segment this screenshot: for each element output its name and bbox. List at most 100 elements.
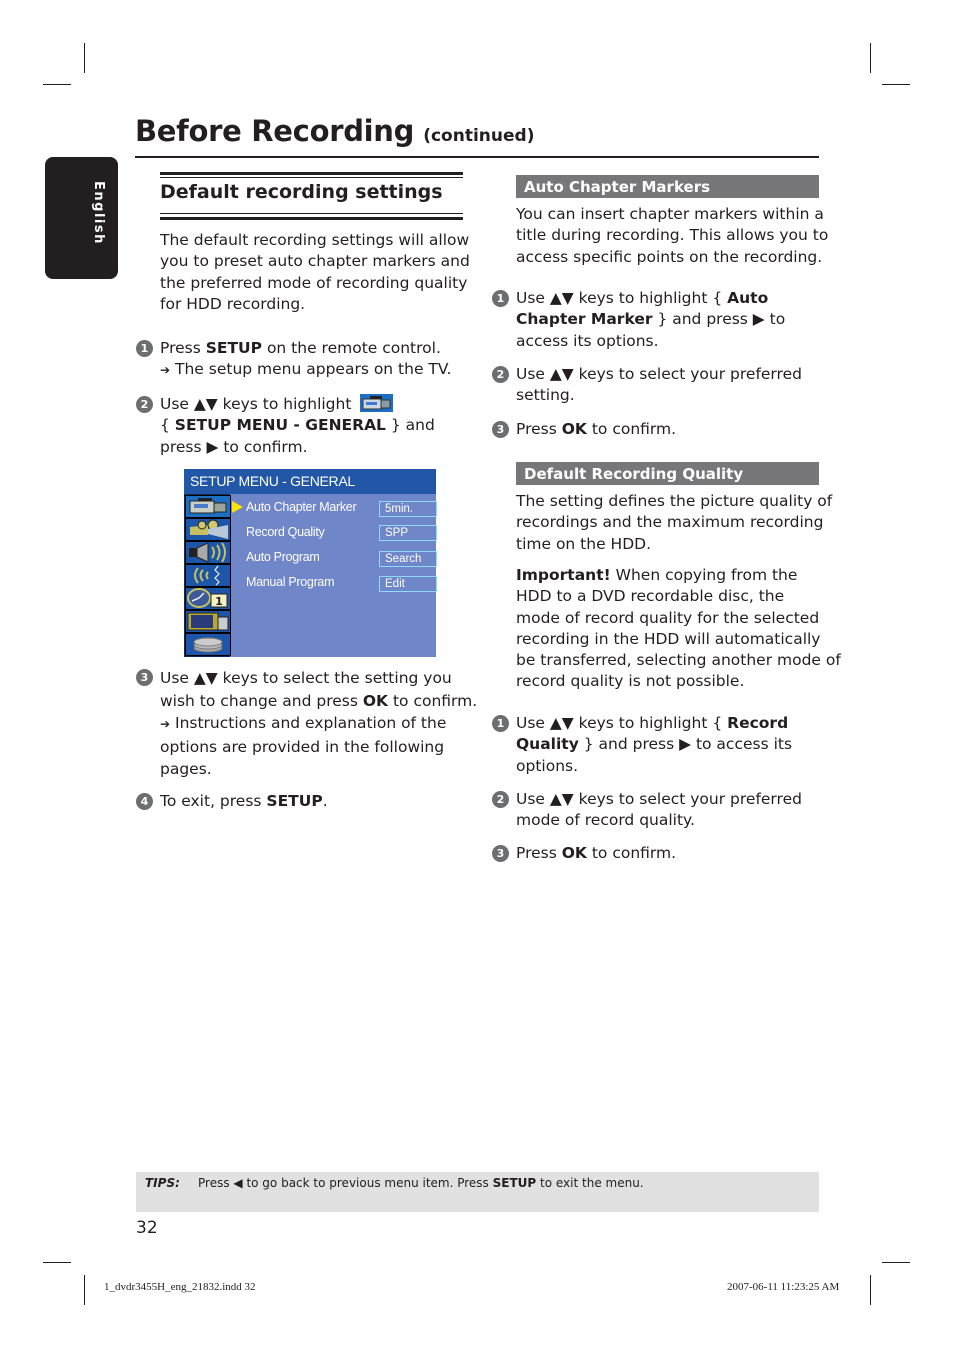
step-number: 1 [136,340,153,357]
text-line: Important! When copying from the [516,566,798,584]
text-line: pages. [160,760,212,778]
text-line: you to preset auto chapter markers and [160,252,470,271]
text-line: options are provided in the following [160,737,445,756]
text-line: be transferred, selecting another mode o… [516,651,841,670]
text-line: title during recording. This allows you … [516,226,829,245]
language-label: English [91,181,106,245]
text-line: the preferred mode of recording quality [160,273,468,292]
text-line: Use ▲▼ keys to highlight [160,394,435,415]
menu-item-manual-program[interactable]: Manual Program [246,575,335,589]
step-number: 3 [492,421,509,438]
crop-mark [43,84,71,85]
step-number: 1 [492,290,509,307]
result-arrow-icon: ➔ [160,717,171,731]
menu-value-record-quality[interactable]: SPP [379,525,437,541]
auto-chapter-description: You can insert chapter markers within a … [516,204,828,268]
setup-menu-title: SETUP MENU - GENERAL [184,469,436,494]
menu-item-record-quality[interactable]: Record Quality [246,525,325,539]
step-1: Press SETUP on the remote control. ➔ The… [160,338,451,382]
recording-quality-step-1: Use ▲▼ keys to highlight { Record Qualit… [516,713,792,777]
text-line: Use ▲▼ keys to select your preferred [516,790,802,808]
text-line: The setting defines the picture quality … [516,492,833,510]
text-line: To exit, press SETUP. [160,792,328,810]
slug-file: 1_dvdr3455H_eng_21832.indd 32 [104,1281,256,1293]
step-number: 2 [136,396,153,413]
auto-chapter-step-3: Press OK to confirm. [516,419,676,440]
text-line: Use ▲▼ keys to highlight { Record [516,714,789,732]
menu-value-manual-program[interactable]: Edit [379,576,437,592]
result-arrow-icon: ➔ [160,363,171,378]
tips-text: Press ◀ to go back to previous menu item… [198,1176,644,1190]
step-2: Use ▲▼ keys to highlight { SETUP MENU - … [160,394,435,458]
result-line: ➔ Instructions and explanation of the [160,714,447,732]
step-number: 3 [136,669,153,686]
section-title: Default recording settings [160,181,443,203]
clock-icon: 1 [185,587,231,610]
step-number: 4 [136,793,153,810]
crop-mark [882,84,910,85]
projector-icon [185,518,231,541]
text-line: Press SETUP on the remote control. [160,339,441,357]
text-line: time on the HDD. [516,534,651,553]
crop-mark [870,1275,871,1305]
intro-paragraph: The default recording settings will allo… [160,230,470,315]
text-line: mode of record quality. [516,811,695,830]
text-line: recordings and the maximum recording [516,513,824,532]
text-line: Press OK to confirm. [516,844,677,862]
speaker-icon [185,541,231,564]
step-number: 2 [492,791,509,808]
menu-item-auto-chapter-marker[interactable]: Auto Chapter Marker [246,500,357,514]
selection-cursor-icon [232,501,243,513]
menu-value-auto-program[interactable]: Search [379,551,437,567]
recording-quality-description: The setting defines the picture quality … [516,491,832,555]
crop-mark [870,43,871,73]
section-rule [160,213,463,214]
auto-chapter-step-2: Use ▲▼ keys to select your preferred set… [516,364,802,407]
recording-quality-step-3: Press OK to confirm. [516,843,676,864]
page-number: 32 [136,1218,158,1238]
section-rule [160,177,463,178]
step-4: To exit, press SETUP. [160,791,328,812]
step-3: Use ▲▼ keys to select the setting you wi… [160,667,477,781]
text-line: The default recording settings will allo… [160,231,470,249]
text-line: Chapter Marker } and press ▶ to [516,310,786,329]
setup-menu-screenshot: SETUP MENU - GENERAL 1 Auto Chapter Mark… [184,469,437,657]
svg-text:1: 1 [215,595,223,608]
text-line: { SETUP MENU - GENERAL } and [160,416,435,435]
crop-mark [43,1262,71,1263]
page-title-main: Before Recording [135,114,415,148]
text-line: options. [516,756,579,775]
crop-mark [84,1275,85,1305]
text-line: Use ▲▼ keys to select your preferred [516,365,802,383]
text-line: Use ▲▼ keys to highlight { Auto [516,289,769,307]
page-title: Before Recording (continued) [135,114,534,148]
disc-stack-icon [185,633,231,656]
text-line: HDD to a DVD recordable disc, the [516,587,785,606]
result-line: ➔ The setup menu appears on the TV. [160,360,452,379]
menu-item-auto-program[interactable]: Auto Program [246,550,320,564]
step-number: 3 [492,845,509,862]
text-line: record quality is not possible. [516,672,745,691]
slug-timestamp: 2007-06-11 11:23:25 AM [727,1281,840,1293]
subsection-heading-recording-quality: Default Recording Quality [516,462,819,485]
subsection-heading-auto-chapter: Auto Chapter Markers [516,175,819,198]
important-note: Important! When copying from the HDD to … [516,565,841,693]
menu-value-auto-chapter-marker[interactable]: 5min. [379,501,437,517]
text-line: wish to change and press OK to confirm. [160,691,478,710]
text-line: Use ▲▼ keys to select the setting you [160,669,452,687]
page-title-suffix: (continued) [423,126,535,146]
tips-label: TIPS: [145,1176,180,1190]
camcorder-icon [185,495,231,518]
step-number: 1 [492,715,509,732]
text-line: for HDD recording. [160,294,306,313]
signal-icon [185,564,231,587]
camcorder-icon [360,394,394,412]
auto-chapter-step-1: Use ▲▼ keys to highlight { Auto Chapter … [516,288,785,352]
text-line: setting. [516,386,575,405]
text-line: recording in the HDD will automatically [516,629,821,648]
tv-icon [185,610,231,633]
text-line: press ▶ to confirm. [160,437,308,456]
crop-mark [84,43,85,73]
text-line: Quality } and press ▶ to access its [516,735,793,754]
language-tab: English [45,157,118,279]
